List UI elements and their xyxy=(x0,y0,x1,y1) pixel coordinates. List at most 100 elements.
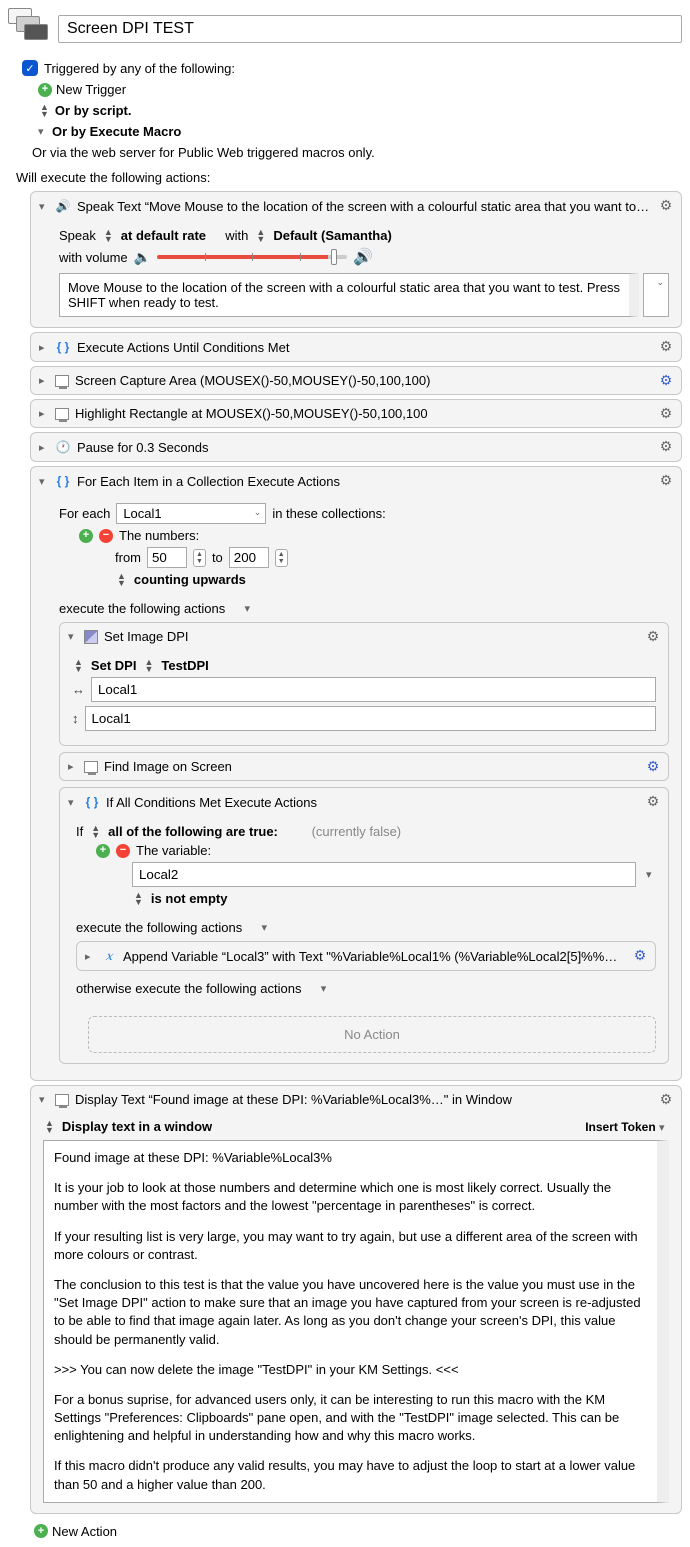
action-append-variable[interactable]: 𝑥 Append Variable “Local3” with Text "%V… xyxy=(76,941,656,971)
action-pause[interactable]: 🕐 Pause for 0.3 Seconds ⚙ xyxy=(30,432,682,462)
chevron-down-icon[interactable] xyxy=(38,125,48,138)
new-trigger-row[interactable]: + New Trigger xyxy=(38,82,682,97)
updown-icon[interactable] xyxy=(134,892,143,906)
screen-icon xyxy=(55,1094,69,1106)
dpi-h-input[interactable] xyxy=(91,677,656,702)
disclosure-toggle[interactable] xyxy=(39,200,49,213)
disclosure-toggle[interactable] xyxy=(68,796,78,809)
web-server-note: Or via the web server for Public Web tri… xyxy=(32,145,682,160)
execute-actions-label: execute the following actions xyxy=(76,920,242,935)
updown-icon[interactable] xyxy=(256,229,265,243)
updown-icon[interactable] xyxy=(74,659,83,673)
disclosure-toggle[interactable] xyxy=(39,441,49,454)
to-input[interactable] xyxy=(229,547,269,568)
action-find-image[interactable]: Find Image on Screen ⚙ xyxy=(59,752,669,781)
gear-icon[interactable]: ⚙ xyxy=(657,1090,675,1108)
action-until-conditions[interactable]: { } Execute Actions Until Conditions Met… xyxy=(30,332,682,362)
testdpi-select[interactable]: TestDPI xyxy=(161,658,208,673)
rate-select[interactable]: at default rate xyxy=(121,228,206,243)
no-action-placeholder[interactable]: No Action xyxy=(88,1016,656,1053)
from-input[interactable] xyxy=(147,547,187,568)
variable-label: The variable: xyxy=(136,843,211,858)
disclosure-toggle[interactable] xyxy=(39,374,49,387)
for-each-label: For each xyxy=(59,506,110,521)
by-script-row: Or by script. xyxy=(38,103,682,118)
exec-heading: Will execute the following actions: xyxy=(16,170,682,185)
braces-icon: { } xyxy=(55,339,71,355)
remove-condition-button[interactable]: − xyxy=(116,844,130,858)
gear-icon[interactable]: ⚙ xyxy=(657,371,675,389)
chevron-down-icon[interactable] xyxy=(244,602,254,615)
add-collection-button[interactable]: + xyxy=(79,529,93,543)
gear-icon[interactable]: ⚙ xyxy=(657,196,675,214)
text-token-dropdown[interactable]: ⌄ xyxy=(643,273,669,317)
gear-icon[interactable]: ⚙ xyxy=(657,437,675,455)
action-title: Append Variable “Local3” with Text "%Var… xyxy=(123,949,617,964)
remove-collection-button[interactable]: − xyxy=(99,529,113,543)
speak-label: Speak xyxy=(59,228,96,243)
from-stepper[interactable]: ▲▼ xyxy=(193,549,206,567)
disclosure-toggle[interactable] xyxy=(39,475,49,488)
disclosure-toggle[interactable] xyxy=(68,630,78,643)
condition-var-input[interactable] xyxy=(132,862,636,887)
plus-icon[interactable]: + xyxy=(34,1524,48,1538)
volume-label: with volume xyxy=(59,250,128,265)
display-p1: Found image at these DPI: %Variable%Loca… xyxy=(54,1149,647,1167)
display-textarea[interactable]: Found image at these DPI: %Variable%Loca… xyxy=(43,1140,669,1503)
braces-icon: { } xyxy=(55,473,71,489)
gear-icon[interactable]: ⚙ xyxy=(644,757,662,775)
voice-select[interactable]: Default (Samantha) xyxy=(273,228,391,243)
chevron-down-icon[interactable] xyxy=(261,921,271,934)
macro-header xyxy=(8,8,682,50)
action-title: Find Image on Screen xyxy=(104,759,232,774)
disclosure-toggle[interactable] xyxy=(39,1093,49,1106)
enabled-checkbox[interactable]: ✓ xyxy=(22,60,38,76)
gear-icon[interactable]: ⚙ xyxy=(631,946,649,964)
action-title: For Each Item in a Collection Execute Ac… xyxy=(77,474,340,489)
new-action-row[interactable]: + New Action xyxy=(34,1524,682,1539)
disclosure-toggle[interactable] xyxy=(68,760,78,773)
updown-icon[interactable] xyxy=(91,825,100,839)
updown-icon[interactable] xyxy=(144,659,153,673)
updown-icon[interactable] xyxy=(104,229,113,243)
dpi-v-input[interactable] xyxy=(85,706,657,731)
speaker-icon: 🔊 xyxy=(55,198,71,214)
gear-icon[interactable]: ⚙ xyxy=(657,404,675,422)
updown-icon[interactable] xyxy=(117,573,126,587)
action-title: Set Image DPI xyxy=(104,629,189,644)
add-condition-button[interactable]: + xyxy=(96,844,110,858)
chevron-down-icon[interactable] xyxy=(646,868,656,881)
disclosure-toggle[interactable] xyxy=(39,407,49,420)
updown-icon[interactable] xyxy=(40,104,49,118)
by-execute-macro-label: Or by Execute Macro xyxy=(52,124,181,139)
by-execute-macro-row: Or by Execute Macro xyxy=(38,124,682,139)
gear-icon[interactable]: ⚙ xyxy=(644,627,662,645)
to-stepper[interactable]: ▲▼ xyxy=(275,549,288,567)
gear-icon[interactable]: ⚙ xyxy=(644,792,662,810)
set-dpi-select[interactable]: Set DPI xyxy=(91,658,137,673)
with-label: with xyxy=(225,228,248,243)
currently-false-label: (currently false) xyxy=(312,824,402,839)
plus-icon[interactable]: + xyxy=(38,83,52,97)
foreach-var-select[interactable]: Local1⌄ xyxy=(116,503,266,524)
counting-select[interactable]: counting upwards xyxy=(134,572,246,587)
gear-icon[interactable]: ⚙ xyxy=(657,337,675,355)
updown-icon[interactable] xyxy=(45,1120,54,1134)
numbers-label: The numbers: xyxy=(119,528,199,543)
insert-token-dropdown[interactable]: Insert Token xyxy=(585,1120,669,1134)
action-screen-capture[interactable]: Screen Capture Area (MOUSEX()-50,MOUSEY(… xyxy=(30,366,682,395)
action-title: Speak Text “Move Mouse to the location o… xyxy=(77,199,649,214)
not-empty-select[interactable]: is not empty xyxy=(151,891,228,906)
volume-low-icon: 🔈 xyxy=(134,249,151,266)
all-true-select[interactable]: all of the following are true: xyxy=(108,824,278,839)
gear-icon[interactable]: ⚙ xyxy=(657,471,675,489)
display-mode-select[interactable]: Display text in a window xyxy=(62,1119,212,1134)
disclosure-toggle[interactable] xyxy=(39,341,49,354)
trigger-heading-row: ✓ Triggered by any of the following: xyxy=(22,60,682,76)
disclosure-toggle[interactable] xyxy=(85,950,95,963)
speak-textarea[interactable]: Move Mouse to the location of the screen… xyxy=(59,273,639,317)
macro-title-input[interactable] xyxy=(58,15,682,43)
volume-slider[interactable] xyxy=(157,255,347,259)
chevron-down-icon[interactable] xyxy=(321,982,331,995)
action-highlight-rect[interactable]: Highlight Rectangle at MOUSEX()-50,MOUSE… xyxy=(30,399,682,428)
